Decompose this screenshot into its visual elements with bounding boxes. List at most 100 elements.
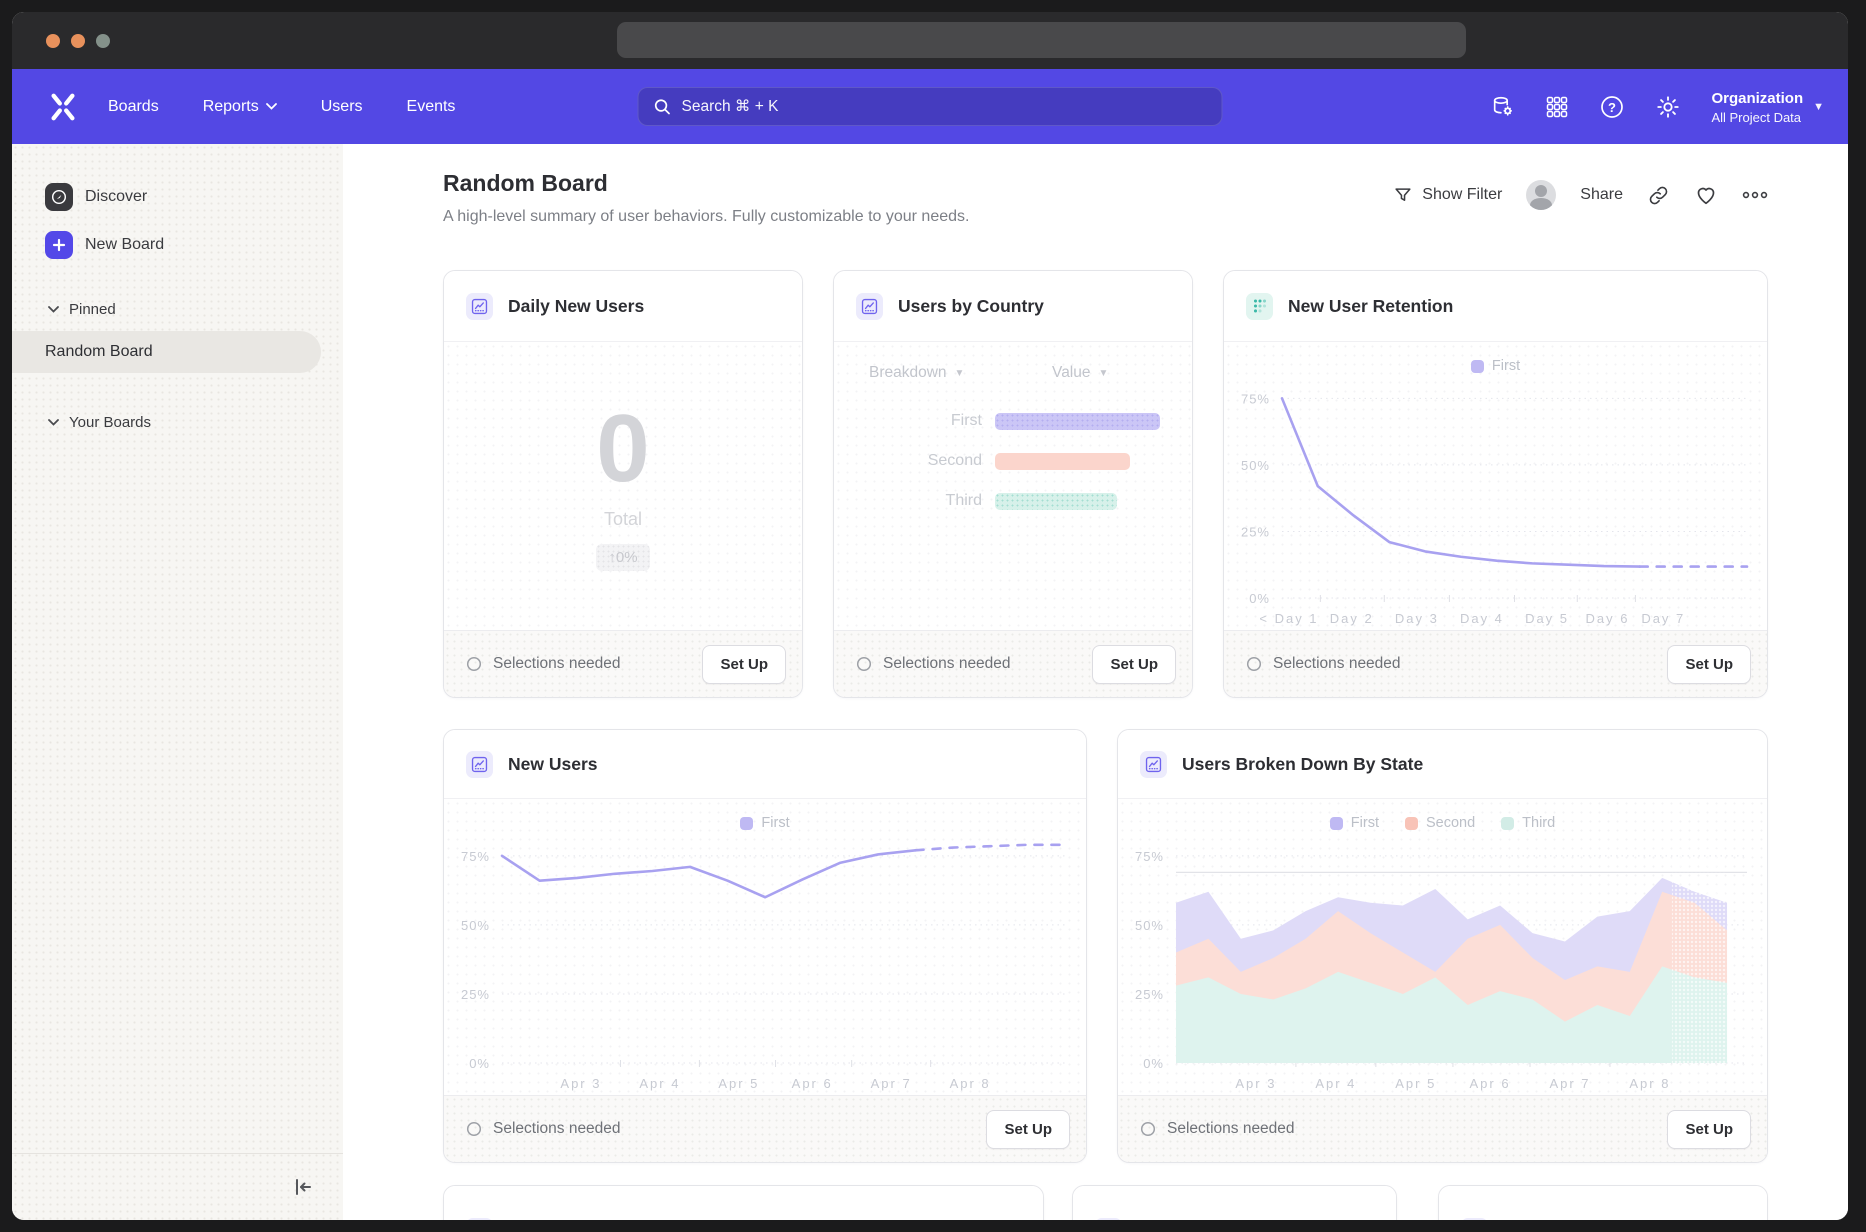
set-up-button[interactable]: Set Up	[1667, 645, 1751, 684]
zoom-window-button[interactable]	[96, 34, 110, 48]
bar-label: First	[834, 412, 982, 430]
card-header: Insights Report	[1073, 1186, 1396, 1220]
status-text: Selections needed	[856, 655, 1011, 673]
line-chart-icon	[1461, 1218, 1488, 1221]
svg-text:Apr 7: Apr 7	[1549, 1076, 1590, 1091]
svg-text:Apr 3: Apr 3	[560, 1076, 601, 1091]
svg-text:75%: 75%	[461, 849, 490, 864]
status-circle-icon	[856, 656, 872, 672]
bar-row: Second	[834, 452, 1130, 470]
stacked-area-chart: 75%50%25%0%Apr 3Apr 4Apr 5Apr 6Apr 7Apr …	[1118, 832, 1767, 1095]
sidebar: Discover New Board Pinned Random Board	[12, 144, 343, 1220]
browser-window: Boards Reports Users Events Search ⌘ + K	[12, 12, 1848, 1220]
nav-item-label: Reports	[203, 98, 259, 116]
chart-legend: First Second Third	[1118, 814, 1767, 832]
svg-text:Day 2: Day 2	[1330, 611, 1374, 626]
value-dropdown[interactable]: Value▼	[1052, 364, 1108, 382]
nav-item-label: Users	[321, 98, 363, 116]
help-icon[interactable]: ?	[1599, 94, 1625, 120]
board-actions: Show Filter Share	[1393, 180, 1768, 210]
breakdown-dropdown[interactable]: Breakdown▼	[869, 364, 964, 382]
sidebar-section-pinned[interactable]: Pinned	[48, 301, 116, 318]
share-button[interactable]: Share	[1580, 186, 1623, 204]
share-label: Share	[1580, 186, 1623, 204]
status-circle-icon	[466, 1121, 482, 1137]
org-name: Organization	[1711, 88, 1803, 110]
line-chart-icon	[466, 293, 493, 320]
card-insights-report: Insights Report	[1072, 1185, 1397, 1220]
set-up-button[interactable]: Set Up	[1667, 1110, 1751, 1149]
svg-text:Apr 6: Apr 6	[792, 1076, 833, 1091]
legend-swatch	[1330, 817, 1343, 830]
collapse-sidebar-button[interactable]	[291, 1175, 315, 1199]
status-text: Selections needed	[466, 655, 621, 673]
sidebar-item-random-board[interactable]: Random Board	[12, 331, 321, 373]
card-title: Daily New Users	[508, 296, 644, 317]
svg-text:Apr 6: Apr 6	[1470, 1076, 1511, 1091]
show-filter-button[interactable]: Show Filter	[1393, 185, 1502, 205]
nav-item-reports[interactable]: Reports	[203, 98, 277, 116]
bar-label: Third	[834, 492, 982, 510]
org-switcher[interactable]: Organization All Project Data ▼	[1711, 88, 1824, 125]
legend-label: First	[1492, 358, 1520, 374]
bar-label: Second	[834, 452, 982, 470]
data-management-icon[interactable]	[1490, 94, 1515, 119]
svg-text:Apr 4: Apr 4	[639, 1076, 680, 1091]
card-header: Users by Country	[834, 271, 1192, 342]
card-new-users: New Users First 75%50%25%0%Apr 3Apr 4Apr…	[443, 729, 1087, 1163]
svg-text:< Day 1: < Day 1	[1259, 611, 1318, 626]
close-window-button[interactable]	[46, 34, 60, 48]
svg-text:Apr 5: Apr 5	[718, 1076, 759, 1091]
page-title: Random Board	[443, 170, 608, 197]
board-canvas: Random Board A high-level summary of use…	[343, 144, 1848, 1220]
status-circle-icon	[466, 656, 482, 672]
filter-icon	[1393, 185, 1413, 205]
svg-text:Apr 5: Apr 5	[1395, 1076, 1436, 1091]
page-subtitle: A high-level summary of user behaviors. …	[443, 208, 969, 226]
status-text: Selections needed	[1246, 655, 1401, 673]
search-input[interactable]: Search ⌘ + K	[638, 87, 1223, 126]
card-body: First 75%50%25%0%< Day 1Day 2Day 3Day 4D…	[1224, 342, 1767, 630]
svg-text:Day 6: Day 6	[1586, 611, 1630, 626]
card-footer: Selections needed Set Up	[444, 1095, 1086, 1162]
status-text: Selections needed	[466, 1120, 621, 1138]
svg-text:Apr 7: Apr 7	[871, 1076, 912, 1091]
chart-legend: First	[1224, 357, 1767, 375]
favorite-heart-icon[interactable]	[1694, 183, 1718, 207]
minimize-window-button[interactable]	[71, 34, 85, 48]
settings-gear-icon[interactable]	[1655, 94, 1681, 120]
bar-second	[995, 453, 1130, 470]
more-options-icon[interactable]	[1742, 187, 1768, 203]
top-nav: Boards Reports Users Events Search ⌘ + K	[12, 69, 1848, 144]
legend-swatch	[1471, 360, 1484, 373]
address-bar[interactable]	[617, 22, 1466, 58]
copy-link-icon[interactable]	[1647, 184, 1670, 207]
line-chart-icon	[1095, 1218, 1122, 1221]
line-chart-icon	[466, 1218, 493, 1221]
nav-item-boards[interactable]: Boards	[108, 98, 159, 116]
avatar[interactable]	[1526, 180, 1556, 210]
set-up-button[interactable]: Set Up	[986, 1110, 1070, 1149]
nav-item-label: Boards	[108, 98, 159, 116]
sidebar-item-discover[interactable]: Discover	[45, 183, 147, 211]
chevron-down-icon	[48, 419, 59, 426]
sidebar-item-new-board[interactable]: New Board	[45, 231, 164, 259]
legend-label: Second	[1426, 815, 1475, 831]
metric-delta-badge: ↑0%	[596, 544, 649, 571]
chevron-down-icon: ▼	[1099, 368, 1109, 379]
legend-label: First	[761, 815, 789, 831]
svg-text:Day 7: Day 7	[1641, 611, 1685, 626]
sidebar-section-your-boards[interactable]: Your Boards	[48, 414, 151, 431]
mixpanel-logo-icon[interactable]	[46, 90, 80, 124]
apps-grid-icon[interactable]	[1545, 95, 1569, 119]
card-header: Daily New Users	[444, 271, 802, 342]
set-up-button[interactable]: Set Up	[702, 645, 786, 684]
card-title: New Users	[508, 754, 598, 775]
svg-text:Day 3: Day 3	[1395, 611, 1439, 626]
card-body: First 75%50%25%0%Apr 3Apr 4Apr 5Apr 6Apr…	[444, 799, 1086, 1095]
nav-item-events[interactable]: Events	[407, 98, 456, 116]
nav-item-users[interactable]: Users	[321, 98, 363, 116]
svg-text:25%: 25%	[1241, 524, 1270, 539]
card-stacked-line-graph: Stacked Line Graph	[443, 1185, 1044, 1220]
set-up-button[interactable]: Set Up	[1092, 645, 1176, 684]
